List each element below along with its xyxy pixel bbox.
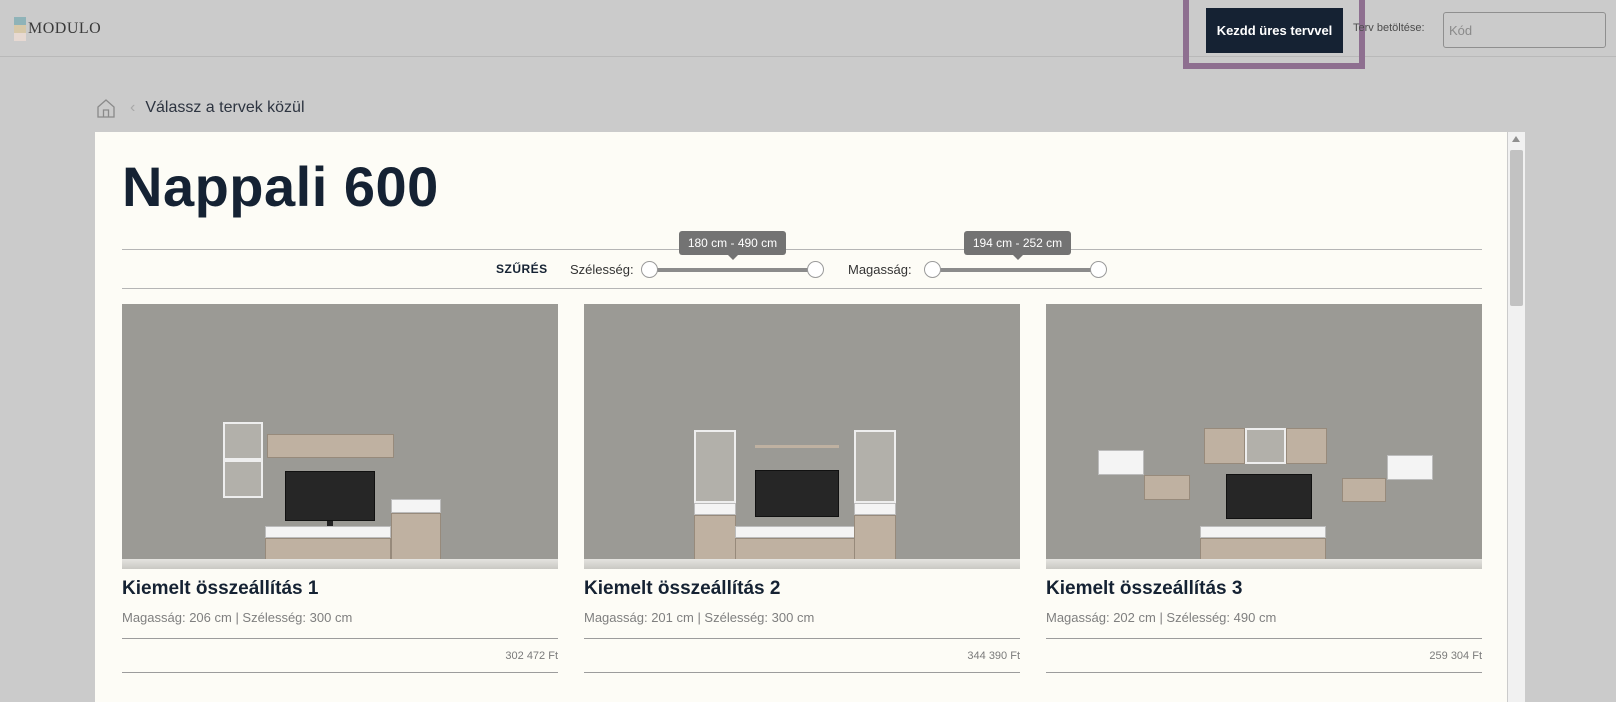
load-plan-label: Terv betöltése:: [1353, 22, 1425, 34]
tv-console-top: [265, 526, 391, 538]
plan-card-title[interactable]: Kiemelt összeállítás 1: [122, 578, 318, 600]
plan-card-price: 344 390 Ft: [967, 650, 1020, 662]
width-range-text: 180 cm - 490 cm: [687, 236, 778, 250]
side-cabinet: [391, 513, 441, 564]
plan-list-panel: Nappali 600 SZŰRÉS Szélesség: 180 cm - 4…: [95, 132, 1507, 702]
height-slider-label: Magasság:: [848, 262, 912, 277]
wall-cabinet: [1286, 428, 1327, 464]
scroll-up-arrow-icon[interactable]: [1512, 136, 1520, 142]
height-range-tooltip: 194 cm - 252 cm: [964, 231, 1071, 260]
divider: [122, 672, 558, 673]
plan-card-dimensions: Magasság: 201 cm | Szélesség: 300 cm: [584, 610, 815, 625]
wall-cabinet: [223, 460, 263, 498]
divider: [584, 672, 1020, 673]
wall-shelf: [267, 434, 394, 458]
top-bar: MODULO Kezdd üres tervvel Terv betöltése…: [0, 0, 1616, 69]
tv: [285, 471, 375, 521]
tv-console-top: [1200, 526, 1326, 538]
chevron-left-icon: ‹: [130, 99, 136, 116]
width-slider-min-handle[interactable]: [641, 261, 658, 278]
page-title: Nappali 600: [122, 155, 439, 218]
start-empty-plan-button[interactable]: Kezdd üres tervvel: [1206, 8, 1343, 53]
plan-code-input[interactable]: [1443, 12, 1606, 48]
tv: [1226, 474, 1312, 519]
divider: [1046, 638, 1482, 639]
plan-card-price: 302 472 Ft: [505, 650, 558, 662]
tall-glass-cabinet: [694, 430, 736, 503]
wall-box: [1342, 478, 1386, 502]
width-slider-label: Szélesség:: [570, 262, 634, 277]
height-slider-track[interactable]: [932, 268, 1098, 272]
tall-glass-cabinet: [854, 430, 896, 503]
wall-box: [1144, 475, 1190, 500]
width-range-tooltip: 180 cm - 490 cm: [679, 231, 786, 260]
divider: [584, 638, 1020, 639]
filter-label: SZŰRÉS: [496, 262, 548, 276]
home-icon[interactable]: [96, 97, 116, 119]
plan-card[interactable]: Kiemelt összeállítás 2 Magasság: 201 cm …: [584, 304, 1020, 684]
plan-card-dimensions: Magasság: 206 cm | Szélesség: 300 cm: [122, 610, 353, 625]
floor: [1046, 559, 1482, 569]
width-slider-track[interactable]: [649, 268, 815, 272]
wall-shelf: [755, 445, 839, 448]
divider: [122, 638, 558, 639]
divider: [122, 288, 1482, 289]
tv: [755, 470, 839, 517]
wall-cabinet: [1245, 428, 1286, 464]
drawer: [854, 503, 896, 515]
wall-cabinet: [1204, 428, 1245, 464]
divider: [1046, 672, 1482, 673]
height-slider-max-handle[interactable]: [1090, 261, 1107, 278]
plan-preview-image[interactable]: [584, 304, 1020, 569]
tv-console-top: [735, 526, 855, 538]
height-range-text: 194 cm - 252 cm: [972, 236, 1063, 250]
breadcrumb: ‹ Válassz a tervek közül: [96, 96, 305, 120]
logo-mark-icon: [14, 17, 26, 41]
side-cabinet-top: [391, 499, 441, 513]
plan-card-dimensions: Magasság: 202 cm | Szélesség: 490 cm: [1046, 610, 1277, 625]
modulo-logo[interactable]: MODULO: [14, 17, 101, 41]
plan-card-title[interactable]: Kiemelt összeállítás 3: [1046, 578, 1242, 600]
breadcrumb-current: Válassz a tervek közül: [145, 99, 305, 116]
drawer: [694, 503, 736, 515]
wall-box: [1387, 455, 1433, 480]
floor: [584, 559, 1020, 569]
plan-card-price: 259 304 Ft: [1429, 650, 1482, 662]
logo-text: MODULO: [28, 20, 102, 37]
plan-card-title[interactable]: Kiemelt összeállítás 2: [584, 578, 780, 600]
wall-box: [1098, 450, 1144, 475]
plan-preview-image[interactable]: [122, 304, 558, 569]
plan-card[interactable]: Kiemelt összeállítás 1 Magasság: 206 cm …: [122, 304, 558, 684]
scrollbar-thumb[interactable]: [1510, 150, 1523, 306]
divider: [122, 249, 1482, 250]
plan-preview-image[interactable]: [1046, 304, 1482, 569]
width-slider-max-handle[interactable]: [807, 261, 824, 278]
vertical-scrollbar[interactable]: [1508, 132, 1525, 702]
wall-cabinet: [223, 422, 263, 460]
height-slider-min-handle[interactable]: [924, 261, 941, 278]
plan-card[interactable]: Kiemelt összeállítás 3 Magasság: 202 cm …: [1046, 304, 1482, 684]
floor: [122, 559, 558, 569]
